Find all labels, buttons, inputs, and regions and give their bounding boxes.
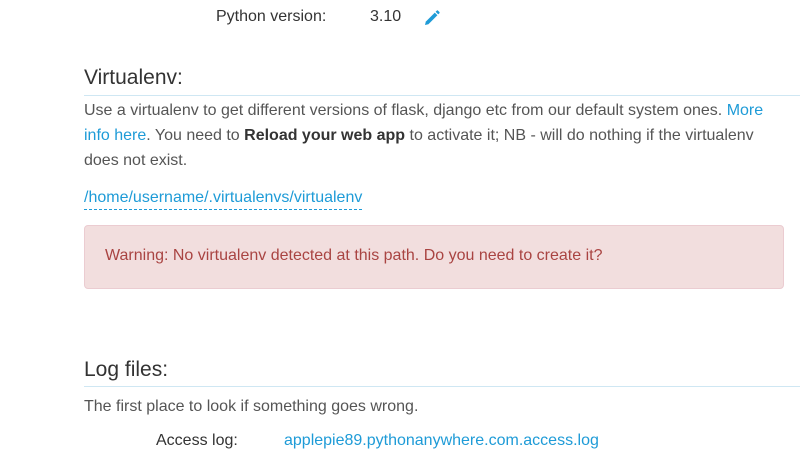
python-version-label: Python version: bbox=[216, 8, 327, 25]
python-version-row: Python version: 3.10 bbox=[0, 4, 800, 30]
webapp-config-page: Python version: 3.10 Virtualenv: Use a v… bbox=[0, 0, 800, 450]
log-files-divider bbox=[84, 386, 800, 387]
virtualenv-heading: Virtualenv: bbox=[84, 66, 183, 89]
virtualenv-path-field[interactable]: /home/username/.virtualenvs/virtualenv bbox=[84, 189, 363, 210]
virtualenv-divider bbox=[84, 95, 800, 96]
pencil-icon[interactable] bbox=[423, 9, 441, 27]
log-files-heading: Log files: bbox=[84, 358, 169, 381]
reload-web-app-text: Reload your web app bbox=[244, 127, 406, 144]
access-log-label: Access log: bbox=[156, 432, 238, 449]
virtualenv-warning-alert: Warning: No virtualenv detected at this … bbox=[84, 225, 784, 289]
access-log-link[interactable]: applepie89.pythonanywhere.com.access.log bbox=[284, 432, 599, 450]
python-version-value[interactable]: 3.10 bbox=[370, 8, 401, 26]
virtualenv-desc-part1: Use a virtualenv to get different versio… bbox=[84, 102, 727, 119]
log-files-description: The first place to look if something goe… bbox=[84, 398, 419, 415]
virtualenv-desc-part2: . You need to bbox=[146, 127, 245, 144]
virtualenv-description: Use a virtualenv to get different versio… bbox=[84, 98, 784, 173]
virtualenv-warning-text: Warning: No virtualenv detected at this … bbox=[105, 247, 603, 264]
